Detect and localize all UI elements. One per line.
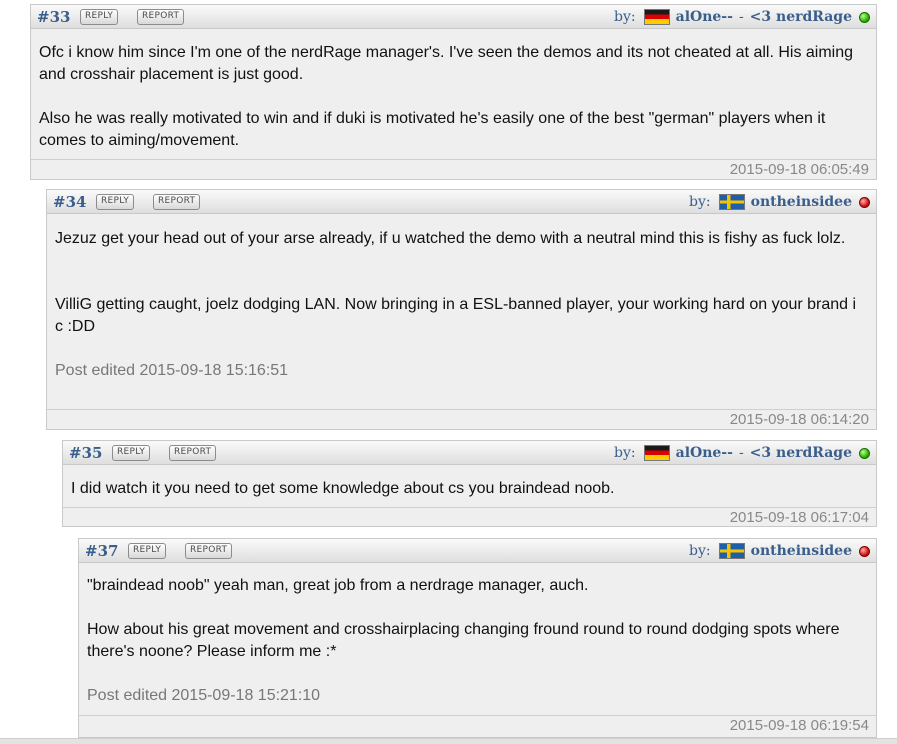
by-label: by: bbox=[689, 194, 711, 210]
post-header: #33 REPLY REPORT by: alOne-- - <3 nerdRa… bbox=[31, 5, 876, 29]
post-timestamp: 2015-09-18 06:05:49 bbox=[31, 159, 876, 179]
comment-post: #35 REPLY REPORT by: alOne-- - <3 nerdRa… bbox=[62, 440, 877, 527]
username-link[interactable]: ontheinsidee bbox=[751, 194, 852, 210]
post-header: #37 REPLY REPORT by: ontheinsidee bbox=[79, 539, 876, 563]
post-author: by: alOne-- - <3 nerdRage bbox=[614, 8, 870, 26]
post-number[interactable]: #33 bbox=[37, 8, 70, 26]
post-timestamp: 2015-09-18 06:14:20 bbox=[47, 409, 876, 429]
post-paragraph: VilliG getting caught, joelz dodging LAN… bbox=[55, 296, 857, 335]
post-paragraph: Ofc i know him since I'm one of the nerd… bbox=[39, 44, 854, 83]
reply-button[interactable]: REPLY bbox=[112, 445, 151, 461]
by-label: by: bbox=[614, 9, 636, 25]
sweden-flag-icon bbox=[718, 543, 745, 559]
report-button[interactable]: REPORT bbox=[185, 543, 233, 559]
offline-status-icon bbox=[859, 545, 870, 557]
team-link[interactable]: <3 nerdRage bbox=[750, 9, 852, 25]
post-paragraph: I did watch it you need to get some know… bbox=[71, 480, 615, 497]
germany-flag-icon bbox=[643, 9, 670, 25]
post-number[interactable]: #34 bbox=[53, 193, 86, 211]
post-paragraph: Jezuz get your head out of your arse alr… bbox=[55, 230, 846, 247]
post-body: Jezuz get your head out of your arse alr… bbox=[47, 214, 876, 382]
post-header: #35 REPLY REPORT by: alOne-- - <3 nerdRa… bbox=[63, 441, 876, 465]
post-author: by: ontheinsidee bbox=[689, 193, 870, 211]
post-edited-note: Post edited 2015-09-18 15:21:10 bbox=[87, 687, 321, 704]
post-timestamp: 2015-09-18 06:19:54 bbox=[79, 715, 876, 735]
comment-post: #33 REPLY REPORT by: alOne-- - <3 nerdRa… bbox=[30, 4, 877, 180]
reply-button[interactable]: REPLY bbox=[128, 543, 167, 559]
post-paragraph: "braindead noob" yeah man, great job fro… bbox=[87, 577, 589, 594]
report-button[interactable]: REPORT bbox=[169, 445, 217, 461]
post-header: #34 REPLY REPORT by: ontheinsidee bbox=[47, 190, 876, 214]
online-status-icon bbox=[859, 447, 870, 459]
comment-post: #34 REPLY REPORT by: ontheinsidee Jezuz … bbox=[46, 189, 877, 430]
by-label: by: bbox=[614, 445, 636, 461]
reply-button[interactable]: REPLY bbox=[96, 194, 135, 210]
username-link[interactable]: ontheinsidee bbox=[751, 543, 852, 559]
horizontal-scrollbar[interactable] bbox=[0, 738, 897, 744]
post-number[interactable]: #35 bbox=[69, 444, 102, 462]
post-body: Ofc i know him since I'm one of the nerd… bbox=[31, 29, 876, 152]
post-number[interactable]: #37 bbox=[85, 542, 118, 560]
post-author: by: alOne-- - <3 nerdRage bbox=[614, 444, 870, 462]
online-status-icon bbox=[859, 11, 870, 23]
report-button[interactable]: REPORT bbox=[137, 9, 185, 25]
separator: - bbox=[738, 445, 744, 461]
sweden-flag-icon bbox=[718, 194, 745, 210]
post-paragraph: Also he was really motivated to win and … bbox=[39, 110, 826, 149]
reply-button[interactable]: REPLY bbox=[80, 9, 119, 25]
post-body: I did watch it you need to get some know… bbox=[63, 465, 876, 500]
post-edited-note: Post edited 2015-09-18 15:16:51 bbox=[55, 362, 289, 379]
separator: - bbox=[738, 9, 744, 25]
report-button[interactable]: REPORT bbox=[153, 194, 201, 210]
offline-status-icon bbox=[859, 196, 870, 208]
post-author: by: ontheinsidee bbox=[689, 542, 870, 560]
by-label: by: bbox=[689, 543, 711, 559]
username-link[interactable]: alOne-- bbox=[676, 445, 733, 461]
team-link[interactable]: <3 nerdRage bbox=[750, 445, 852, 461]
post-body: "braindead noob" yeah man, great job fro… bbox=[79, 563, 876, 707]
username-link[interactable]: alOne-- bbox=[676, 9, 733, 25]
post-paragraph: How about his great movement and crossha… bbox=[87, 621, 840, 660]
post-timestamp: 2015-09-18 06:17:04 bbox=[63, 507, 876, 527]
germany-flag-icon bbox=[643, 445, 670, 461]
comment-post: #37 REPLY REPORT by: ontheinsidee "brain… bbox=[78, 538, 877, 738]
